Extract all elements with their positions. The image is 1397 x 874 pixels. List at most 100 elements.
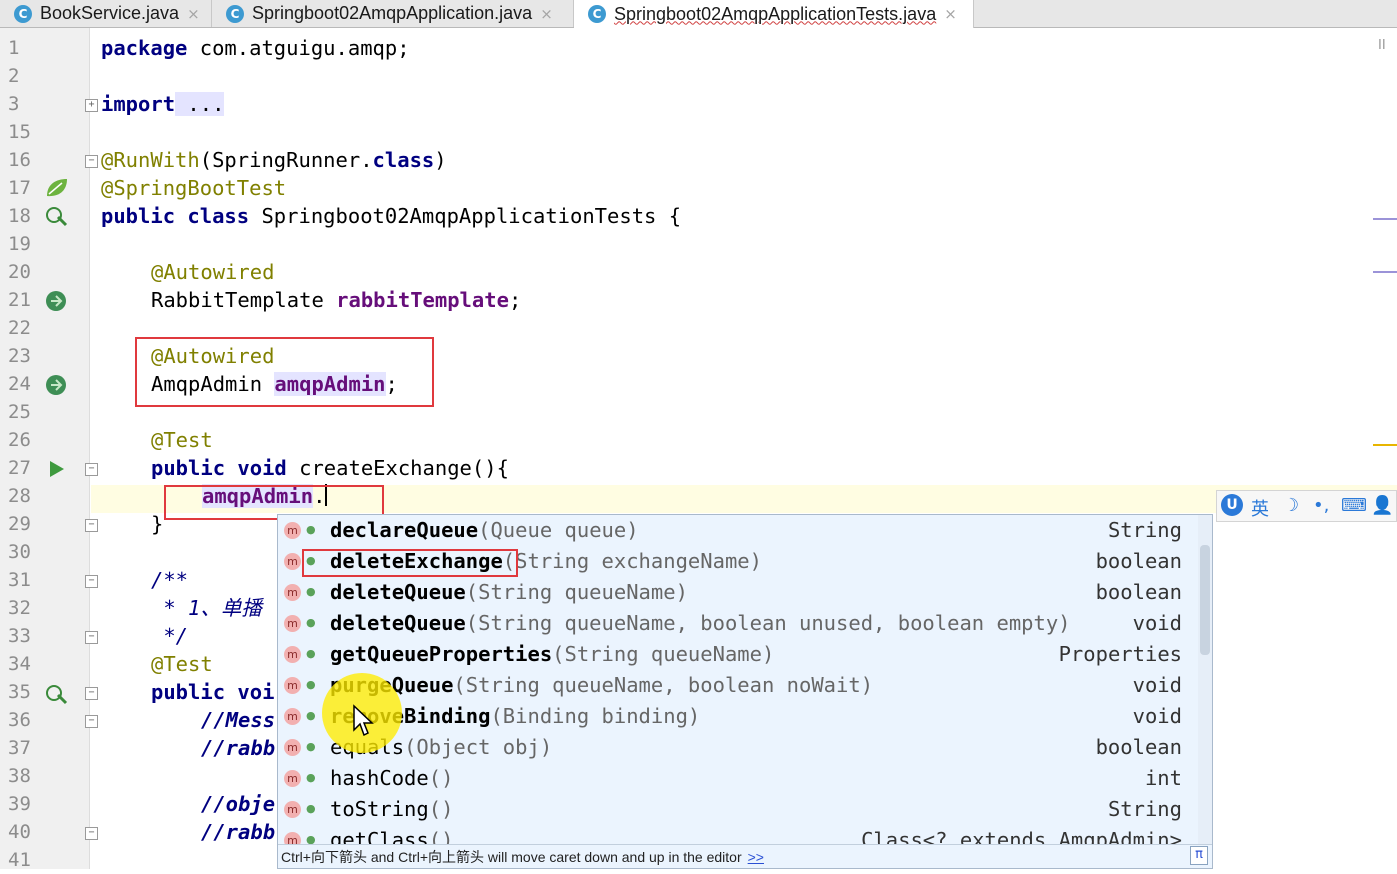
hint-more-link[interactable]: >>: [748, 849, 764, 865]
line-number: 34: [8, 653, 31, 675]
run-test-play-icon[interactable]: [48, 459, 66, 479]
user-icon[interactable]: 👤: [1371, 495, 1393, 516]
public-visibility-icon: ●: [306, 647, 316, 660]
tab-springboot02-amqp-application[interactable]: C Springboot02AmqpApplication.java ×: [212, 0, 574, 27]
run-test-icon[interactable]: [44, 683, 70, 705]
completion-item[interactable]: m ● getQueueProperties(String queueName)…: [278, 639, 1194, 670]
completion-item[interactable]: m ● declareQueue(Queue queue) String: [278, 515, 1194, 546]
public-visibility-icon: ●: [306, 802, 316, 815]
method-icon: m: [284, 708, 301, 725]
code-line: @Autowired: [151, 260, 275, 284]
code-line: @RunWith(SpringRunner.class): [101, 148, 447, 172]
line-number: 15: [8, 121, 31, 143]
popup-scrollbar[interactable]: [1198, 515, 1212, 845]
moon-icon[interactable]: ☽: [1283, 495, 1299, 516]
scrollbar-thumb[interactable]: [1200, 545, 1210, 655]
method-icon: m: [284, 770, 301, 787]
tab-bookservice[interactable]: C BookService.java ×: [0, 0, 212, 27]
line-number: 41: [8, 849, 31, 871]
method-icon: m: [284, 522, 301, 539]
tab-springboot02-amqp-application-tests[interactable]: C Springboot02AmqpApplicationTests.java …: [574, 0, 974, 28]
line-number: 35: [8, 681, 31, 703]
spring-bean-icon[interactable]: [44, 177, 70, 199]
line-number: 29: [8, 513, 31, 535]
method-icon: m: [284, 739, 301, 756]
code-line: */: [151, 624, 189, 648]
class-icon: C: [14, 4, 32, 23]
completion-hint-bar: Ctrl+向下箭头 and Ctrl+向上箭头 will move caret …: [278, 844, 1212, 868]
fold-collapse-icon[interactable]: −: [85, 463, 98, 476]
public-visibility-icon: ●: [306, 616, 316, 629]
completion-item[interactable]: m ● hashCode() int: [278, 763, 1194, 794]
tab-label: Springboot02AmqpApplicationTests.java: [614, 3, 937, 24]
line-number: 22: [8, 317, 31, 339]
line-number: 20: [8, 261, 31, 283]
line-number: 23: [8, 345, 31, 367]
code-line: RabbitTemplate rabbitTemplate;: [151, 288, 522, 312]
method-icon: m: [284, 646, 301, 663]
completion-item[interactable]: m ● deleteQueue(String queueName, boolea…: [278, 608, 1194, 639]
completion-item[interactable]: m ● removeBinding(Binding binding) void: [278, 701, 1194, 732]
ime-logo-icon[interactable]: U: [1221, 494, 1243, 516]
completion-item[interactable]: m ● toString() String: [278, 794, 1194, 825]
line-number: 33: [8, 625, 31, 647]
close-icon[interactable]: ×: [944, 5, 957, 23]
scroll-marker: [1373, 271, 1397, 273]
fold-expand-icon[interactable]: +: [85, 99, 98, 112]
line-number: 30: [8, 541, 31, 563]
line-number: 40: [8, 821, 31, 843]
code-line: /**: [151, 568, 189, 592]
line-number: 24: [8, 373, 31, 395]
code-line: package com.atguigu.amqp;: [101, 36, 410, 60]
method-icon: m: [284, 801, 301, 818]
code-line: @Test: [151, 652, 213, 676]
tab-label: BookService.java: [40, 3, 180, 23]
code-line: * 1、单播: [151, 596, 262, 620]
keyboard-icon[interactable]: ⌨: [1341, 495, 1367, 516]
method-icon: m: [284, 584, 301, 601]
line-number: 1: [8, 37, 20, 59]
line-number: 26: [8, 429, 31, 451]
punctuation-icon[interactable]: •,: [1313, 495, 1329, 516]
class-icon: C: [226, 4, 244, 23]
fold-end-icon[interactable]: −: [85, 519, 98, 532]
highlight-box-amqpadmin-field: [135, 337, 434, 407]
completion-item[interactable]: m ● equals(Object obj) boolean: [278, 732, 1194, 763]
fold-end-icon[interactable]: −: [85, 631, 98, 644]
public-visibility-icon: ●: [306, 678, 316, 691]
fold-collapse-icon[interactable]: −: [85, 575, 98, 588]
ime-language-toggle[interactable]: 英: [1251, 495, 1269, 521]
autowired-bean-icon[interactable]: [44, 289, 70, 313]
class-icon: C: [588, 5, 606, 23]
scroll-marker: [1373, 444, 1397, 446]
close-icon[interactable]: ×: [540, 5, 553, 23]
public-visibility-icon: ●: [306, 709, 316, 722]
ime-toolbar[interactable]: U 英 ☽ •, ⌨ 👤: [1216, 490, 1397, 522]
method-icon: m: [284, 677, 301, 694]
mouse-pointer-icon: [353, 704, 374, 737]
autowired-bean-icon[interactable]: [44, 373, 70, 397]
fold-collapse-icon[interactable]: −: [85, 155, 98, 168]
code-line: public voi: [151, 680, 275, 704]
completion-item[interactable]: m ● purgeQueue(String queueName, boolean…: [278, 670, 1194, 701]
code-line: }: [151, 512, 164, 536]
method-icon: m: [284, 615, 301, 632]
line-number: 19: [8, 233, 31, 255]
fold-collapse-icon[interactable]: −: [85, 827, 98, 840]
line-number: 38: [8, 765, 31, 787]
line-number: 16: [8, 149, 31, 171]
public-visibility-icon: ●: [306, 523, 316, 536]
editor-tab-bar: C BookService.java × C Springboot02AmqpA…: [0, 0, 1397, 28]
fold-collapse-icon[interactable]: −: [85, 715, 98, 728]
editor-gutter: 1 2 3 15 16 17 18 19 20 21 22 23 24 25 2…: [0, 28, 98, 871]
line-number: 36: [8, 709, 31, 731]
pi-icon[interactable]: π: [1190, 846, 1208, 865]
code-line: @Test: [151, 428, 213, 452]
line-number: 31: [8, 569, 31, 591]
code-line: public void createExchange(){: [151, 456, 509, 480]
run-test-icon[interactable]: [44, 205, 70, 227]
close-icon[interactable]: ×: [187, 5, 200, 23]
line-number: 39: [8, 793, 31, 815]
fold-collapse-icon[interactable]: −: [85, 687, 98, 700]
completion-item[interactable]: m ● deleteQueue(String queueName) boolea…: [278, 577, 1194, 608]
